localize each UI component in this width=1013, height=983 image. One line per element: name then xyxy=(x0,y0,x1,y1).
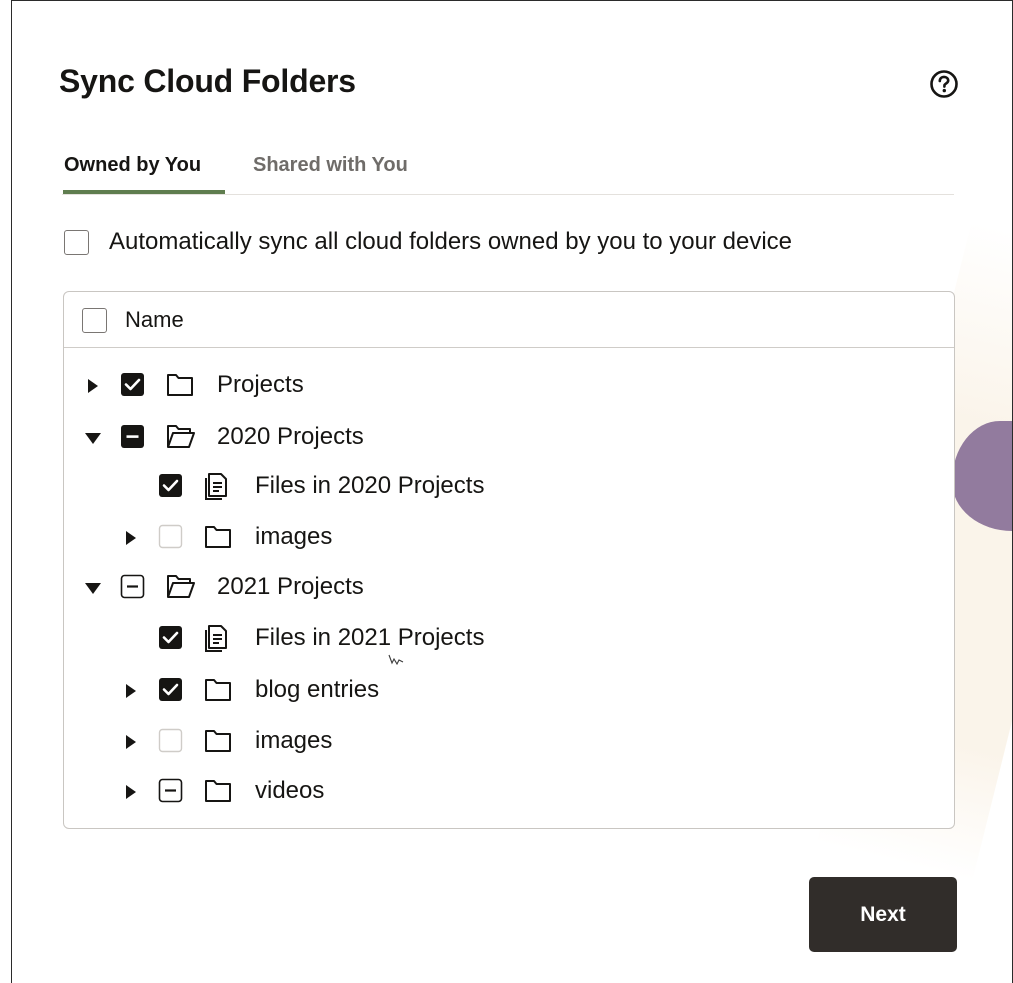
select-all-checkbox[interactable] xyxy=(82,308,107,333)
row-checkbox[interactable] xyxy=(158,677,183,702)
row-checkbox[interactable] xyxy=(120,574,145,599)
collapsed-arrow-icon[interactable] xyxy=(121,681,141,701)
row-checkbox[interactable] xyxy=(158,728,183,753)
folder-open-icon xyxy=(167,575,195,598)
tree-row-label: 2021 Projects xyxy=(217,573,364,600)
tree-row[interactable]: images xyxy=(64,516,954,560)
tree-row-label: Projects xyxy=(217,371,304,398)
tree-row[interactable]: Files in 2020 Projects xyxy=(64,465,954,509)
folder-icon xyxy=(205,730,231,752)
name-column-header: Name xyxy=(125,307,184,332)
expanded-arrow-icon[interactable] xyxy=(83,428,103,448)
row-checkbox[interactable] xyxy=(158,524,183,549)
files-icon xyxy=(205,625,227,652)
row-checkbox[interactable] xyxy=(158,778,183,803)
sync-dialog: Sync Cloud Folders Owned by You Shared w… xyxy=(11,0,1013,983)
tree-row[interactable]: blog entries xyxy=(64,669,954,713)
tree-row[interactable]: 2021 Projects xyxy=(64,566,954,610)
collapsed-arrow-icon[interactable] xyxy=(121,782,141,802)
tree-row-label: blog entries xyxy=(255,676,380,703)
tab-shared-with-you[interactable]: Shared with You xyxy=(253,154,408,177)
row-checkbox[interactable] xyxy=(158,473,183,498)
tree-row-label: images xyxy=(255,523,333,550)
row-checkbox[interactable] xyxy=(120,424,145,449)
auto-sync-label[interactable]: Automatically sync all cloud folders own… xyxy=(109,228,792,256)
row-checkbox[interactable] xyxy=(158,625,183,650)
tree-header: Name xyxy=(64,292,954,348)
auto-sync-option: Automatically sync all cloud folders own… xyxy=(64,228,792,256)
row-checkbox[interactable] xyxy=(120,372,145,397)
next-button[interactable]: Next xyxy=(809,877,957,952)
folder-icon xyxy=(205,780,231,802)
tree-row[interactable]: Projects xyxy=(64,364,954,408)
tab-bar: Owned by You Shared with You xyxy=(62,138,954,195)
files-icon xyxy=(205,473,227,500)
folder-icon xyxy=(205,679,231,701)
dialog-title: Sync Cloud Folders xyxy=(59,63,356,99)
folder-open-icon xyxy=(167,425,195,448)
auto-sync-checkbox[interactable] xyxy=(64,229,89,255)
tree-row-label: images xyxy=(255,727,333,754)
tree-row[interactable]: Files in 2021 Projects xyxy=(64,617,954,661)
folder-icon xyxy=(167,374,193,396)
tree-row[interactable]: images xyxy=(64,720,954,764)
mouse-cursor-icon xyxy=(388,654,404,665)
tab-owned-by-you[interactable]: Owned by You xyxy=(64,154,201,177)
expanded-arrow-icon[interactable] xyxy=(83,578,103,598)
tree-row-label: Files in 2021 Projects xyxy=(255,624,485,651)
collapsed-arrow-icon[interactable] xyxy=(121,732,141,752)
tree-row-label: Files in 2020 Projects xyxy=(255,472,485,499)
folder-icon xyxy=(205,526,231,548)
help-circle-icon[interactable] xyxy=(929,69,959,99)
tree-row-label: videos xyxy=(255,777,325,804)
selected-tab-indicator xyxy=(63,190,225,194)
tree-row-label: 2020 Projects xyxy=(217,423,364,450)
tree-row[interactable]: 2020 Projects xyxy=(64,416,954,460)
folder-tree: Name Projects 2020 Projects Files in 2020 … xyxy=(63,291,955,829)
collapsed-arrow-icon[interactable] xyxy=(121,528,141,548)
tree-row[interactable]: videos xyxy=(64,770,954,814)
collapsed-arrow-icon[interactable] xyxy=(83,376,103,396)
